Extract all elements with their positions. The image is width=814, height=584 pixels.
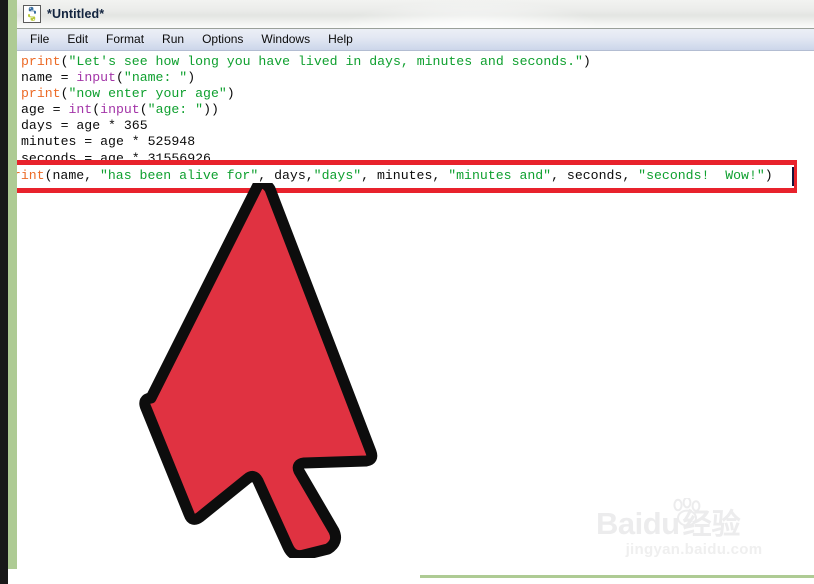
code-token-builtin: input — [100, 102, 140, 118]
code-token-plain: , days, — [258, 168, 314, 184]
screenshot-root: *Untitled* File Edit Format Run Options … — [0, 0, 814, 584]
code-token-str: "now enter your age" — [68, 86, 227, 102]
code-token-plain: name = — [21, 70, 77, 86]
code-token-plain: (name, — [44, 168, 100, 184]
code-token-kw: print — [21, 86, 61, 102]
code-token-str: "name: " — [123, 70, 188, 86]
code-lines-container: print("Let's see how long you have lived… — [17, 54, 814, 167]
code-token-plain: ( — [92, 102, 101, 118]
window-titlebar[interactable]: *Untitled* — [17, 0, 814, 29]
page-left-black-edge — [0, 0, 8, 584]
code-token-plain: , seconds, — [551, 168, 639, 184]
menu-item-windows[interactable]: Windows — [252, 31, 319, 48]
code-token-plain: ) — [582, 54, 591, 69]
menu-item-options[interactable]: Options — [193, 31, 252, 48]
code-token-plain: )) — [203, 102, 219, 118]
code-line-4: age = int(input("age: ")) — [17, 102, 814, 118]
code-line-6: minutes = age * 525948 — [17, 134, 814, 150]
code-token-plain: days = age * 365 — [21, 118, 148, 134]
menu-item-file[interactable]: File — [21, 31, 58, 48]
code-token-str: "has been alive for" — [99, 168, 259, 184]
code-token-plain: ) — [226, 86, 235, 102]
code-line-2: name = input("name: ") — [17, 70, 814, 86]
code-editor-area[interactable]: print("Let's see how long you have lived… — [17, 51, 814, 565]
menu-item-help[interactable]: Help — [319, 31, 362, 48]
code-token-plain: ( — [60, 54, 69, 69]
highlighted-code-line: print(name, "has been alive for", days,"… — [5, 165, 794, 188]
page-left-green-edge — [8, 0, 17, 569]
python-idle-icon — [23, 5, 41, 23]
menubar: File Edit Format Run Options Windows Hel… — [17, 29, 814, 51]
code-token-kw: print — [21, 54, 61, 69]
code-token-plain: minutes = age * 525948 — [21, 134, 196, 150]
code-line-3: print("now enter your age") — [17, 86, 814, 102]
text-caret — [792, 167, 794, 186]
code-token-plain: ( — [139, 102, 148, 118]
menu-item-format[interactable]: Format — [97, 31, 153, 48]
code-token-builtin: input — [76, 70, 116, 86]
code-token-plain: , minutes, — [361, 168, 449, 184]
code-token-str: "age: " — [147, 102, 204, 118]
highlighted-code-text: print(name, "has been alive for", days,"… — [5, 168, 773, 184]
code-token-plain: ( — [115, 70, 124, 86]
window-title: *Untitled* — [47, 7, 105, 21]
code-token-plain: ) — [187, 70, 196, 86]
red-highlight-annotation: print(name, "has been alive for", days,"… — [0, 160, 797, 193]
page-bottom-green-rule — [420, 575, 814, 578]
code-token-str: "minutes and" — [448, 168, 552, 184]
code-token-str: "days" — [313, 168, 362, 184]
code-token-plain: ) — [764, 168, 773, 184]
idle-editor-window: *Untitled* File Edit Format Run Options … — [17, 0, 814, 566]
menu-item-edit[interactable]: Edit — [58, 31, 97, 48]
code-line-1: print("Let's see how long you have lived… — [17, 54, 814, 70]
code-token-plain: ( — [60, 86, 69, 102]
code-token-str: "Let's see how long you have lived in da… — [68, 54, 583, 69]
code-token-str: "seconds! Wow!" — [638, 168, 765, 184]
code-line-5: days = age * 365 — [17, 118, 814, 134]
menu-item-run[interactable]: Run — [153, 31, 193, 48]
code-token-builtin: int — [68, 102, 93, 118]
code-token-plain: age = — [21, 102, 69, 118]
titlebar-glow — [335, 0, 607, 28]
